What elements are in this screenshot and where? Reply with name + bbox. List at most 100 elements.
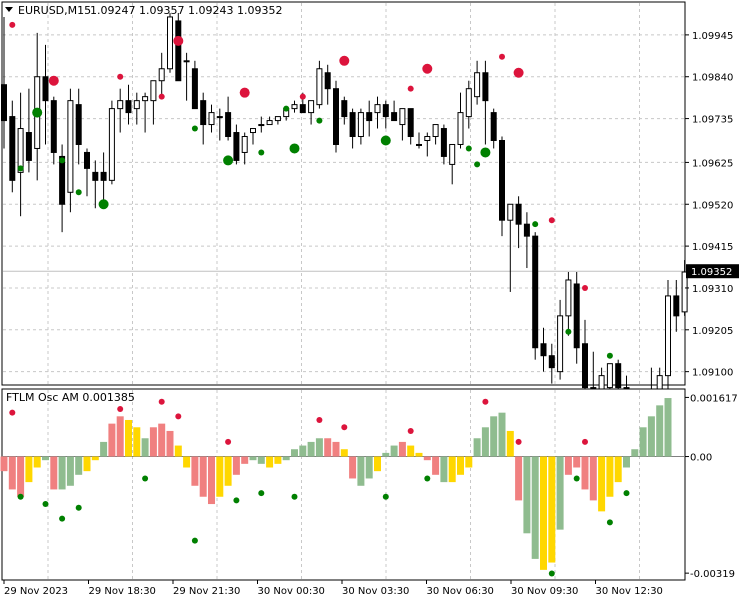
histogram-bar <box>249 456 257 461</box>
histogram-bar <box>664 398 672 457</box>
indicator-pane[interactable]: FTLM Osc AM 0.001385 <box>0 388 686 581</box>
bull-candle <box>208 112 215 126</box>
buy-signal-dot <box>480 147 491 158</box>
bull-candle <box>291 104 298 110</box>
bull-candle <box>316 68 323 106</box>
osc-down-dot <box>573 475 580 482</box>
bull-candle <box>258 124 265 127</box>
histogram-bar <box>623 456 630 468</box>
histogram-bar <box>116 416 124 457</box>
buy-signal-dot <box>565 328 572 335</box>
bull-candle <box>183 60 190 63</box>
bear-candle <box>499 139 505 221</box>
sell-signal-dot <box>513 67 524 78</box>
bear-candle <box>125 100 132 114</box>
histogram-bar <box>241 456 249 464</box>
osc-down-dot <box>424 475 431 482</box>
histogram-bar <box>266 456 274 468</box>
time-tick-label: 30 Nov 00:30 <box>258 586 325 597</box>
histogram-bar <box>291 449 298 457</box>
bear-candle <box>191 68 198 110</box>
bear-candle <box>25 132 32 161</box>
bear-candle <box>391 112 398 122</box>
bear-candle <box>582 343 588 389</box>
price-tick-label: 1.09415 <box>692 242 733 253</box>
bull-candle <box>241 136 248 153</box>
histogram-bar <box>199 456 207 497</box>
osc-up-dot <box>407 427 414 434</box>
sell-signal-dot <box>9 21 16 28</box>
sell-signal-dot <box>422 63 433 74</box>
bull-candle <box>424 136 431 141</box>
bear-candle <box>84 151 90 169</box>
bull-candle <box>357 112 364 138</box>
osc-down-dot <box>623 490 630 497</box>
bear-candle <box>9 116 16 181</box>
histogram-bar <box>66 456 74 486</box>
bull-candle <box>250 128 256 134</box>
histogram-bar <box>174 445 182 457</box>
osc-down-dot <box>142 475 149 482</box>
bear-candle <box>615 363 622 389</box>
bear-candle <box>482 72 489 102</box>
histogram-bar <box>581 456 589 490</box>
price-pane[interactable]: EURUSD,M15 1.09247 1.09357 1.09243 1.093… <box>1 1 688 444</box>
buy-signal-dot <box>380 135 391 146</box>
bull-candle <box>308 100 315 114</box>
osc-down-dot <box>606 519 613 526</box>
osc-up-dot <box>482 398 489 405</box>
symbol-label: EURUSD,M15 <box>18 4 91 17</box>
histogram-bar <box>91 456 99 461</box>
time-tick-label: 29 Nov 18:30 <box>89 586 156 597</box>
bear-candle <box>200 100 207 126</box>
histogram-bar <box>647 416 655 457</box>
histogram-bar <box>324 438 332 457</box>
time-tick-label: 30 Nov 12:30 <box>596 586 663 597</box>
time-tick-label: 30 Nov 03:30 <box>342 586 409 597</box>
sell-signal-dot <box>582 284 588 291</box>
bull-candle <box>474 72 481 98</box>
price-axis[interactable]: 1.09945 1.09840 1.09735 1.09625 1.09520 1.094… <box>685 31 739 379</box>
histogram-bar <box>25 456 33 483</box>
histogram-bar <box>8 456 16 490</box>
bear-candle <box>440 128 447 157</box>
histogram-bar <box>257 456 265 464</box>
buy-signal-dot <box>465 145 472 152</box>
histogram-bar <box>432 456 440 475</box>
histogram-bar <box>282 456 290 461</box>
histogram-bar <box>357 456 365 486</box>
histogram-bar <box>556 456 564 530</box>
histogram-bar <box>481 427 489 457</box>
bull-candle <box>158 68 165 82</box>
histogram-bar <box>490 416 498 457</box>
histogram-bar <box>100 441 108 457</box>
bull-candle <box>216 116 223 119</box>
bull-candle <box>399 108 406 126</box>
osc-down-dot <box>59 515 66 522</box>
histogram-bar <box>415 452 423 457</box>
histogram-bar <box>365 456 373 479</box>
sell-signal-dot <box>117 73 124 80</box>
bull-candle <box>108 108 115 181</box>
price-tick-label: 1.09205 <box>692 326 733 337</box>
histogram-bar <box>506 430 514 457</box>
histogram-bar <box>457 456 464 475</box>
bull-candle <box>167 16 173 70</box>
histogram-bar <box>42 456 49 461</box>
sell-signal-dot <box>339 55 350 66</box>
bear-candle <box>382 104 389 118</box>
price-tick-label: 1.09945 <box>692 31 733 42</box>
trading-chart[interactable]: EURUSD,M15 1.09247 1.09357 1.09243 1.093… <box>0 0 741 600</box>
buy-signal-dot <box>474 161 481 168</box>
ohlc-label: 1.09247 1.09357 1.09243 1.09352 <box>90 4 282 17</box>
histogram-bar <box>440 456 448 483</box>
buy-signal-dot <box>75 189 82 196</box>
bear-candle <box>50 100 57 153</box>
time-axis[interactable]: 29 Nov 2023 29 Nov 18:30 29 Nov 21:30 30 No… <box>3 580 663 597</box>
osc-down-dot <box>291 493 298 500</box>
bull-candle <box>416 143 422 146</box>
indicator-axis[interactable]: 0.001617 0.00 -0.00319 <box>685 393 738 580</box>
bull-candle <box>565 279 572 317</box>
price-tick-label: 1.09735 <box>692 115 733 126</box>
osc-up-dot <box>158 398 165 405</box>
